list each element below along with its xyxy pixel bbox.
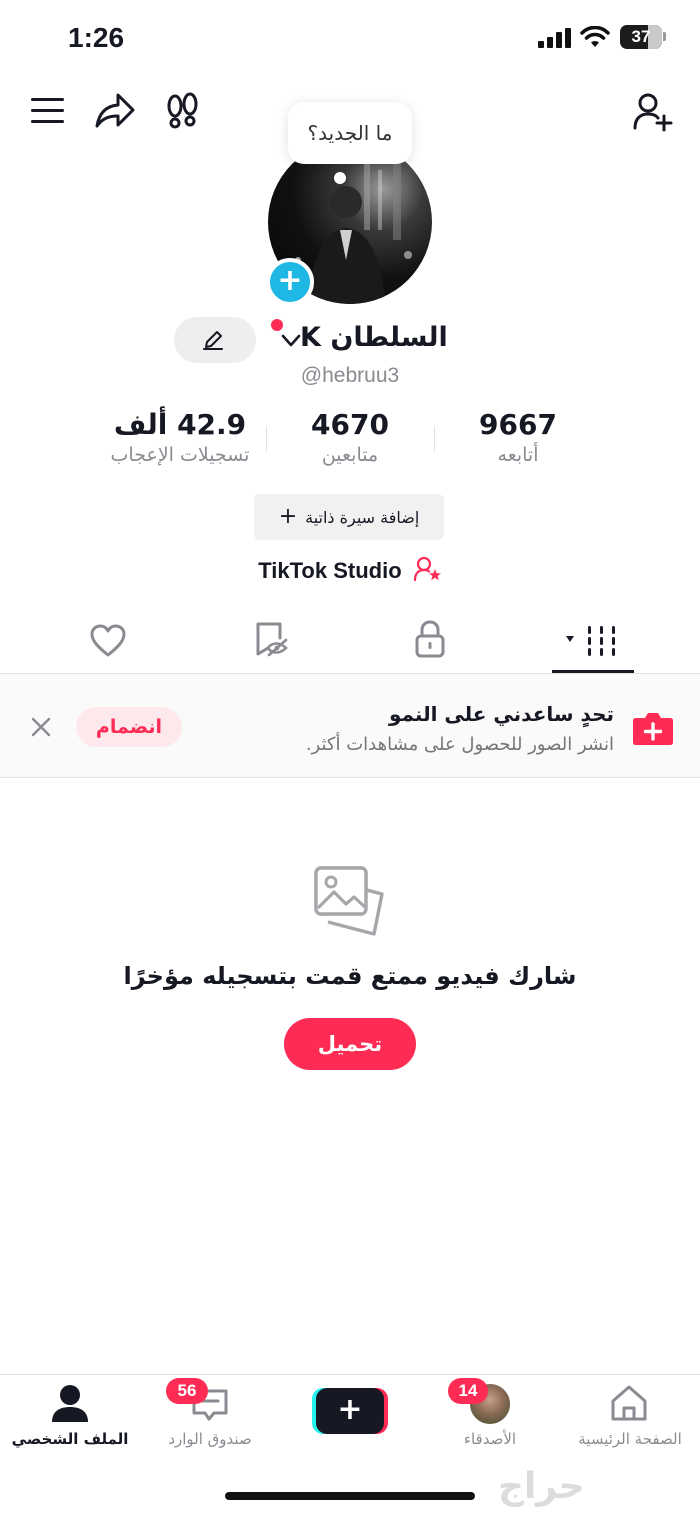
camera-plus-icon xyxy=(633,713,673,745)
following-label: أتابعه xyxy=(497,444,539,466)
pencil-icon xyxy=(203,331,223,350)
watermark-logo: حراج xyxy=(498,1466,585,1507)
bottom-nav-divider xyxy=(0,1374,700,1375)
nav-home-label[interactable]: الصفحة الرئيسية xyxy=(560,1430,700,1448)
chevron-down-icon[interactable] xyxy=(281,334,301,348)
following-count[interactable]: 9667 xyxy=(458,408,578,441)
studio-label: TikTok Studio xyxy=(258,558,402,583)
challenge-title: تحدٍ ساعدني على النمو xyxy=(388,702,614,726)
lock-icon[interactable] xyxy=(414,620,446,658)
eye-slash-icon[interactable] xyxy=(254,622,290,658)
grid-icon[interactable] xyxy=(564,624,620,658)
home-indicator[interactable] xyxy=(225,1492,475,1500)
profile-icon[interactable] xyxy=(50,1384,90,1424)
battery-cap xyxy=(663,32,666,41)
nav-friends-label[interactable]: الأصدقاء xyxy=(420,1430,560,1448)
status-time: 1:26 xyxy=(68,22,125,53)
photos-icon xyxy=(314,866,384,936)
notification-dot xyxy=(271,319,283,331)
empty-state-title: شارك فيديو ممتع قمت بتسجيله مؤخرًا xyxy=(123,962,577,990)
friends-badge: 14 xyxy=(448,1378,488,1404)
challenge-subtitle: انشر الصور للحصول على مشاهدات أكثر. xyxy=(305,734,614,755)
user-handle: @hebruu3 xyxy=(300,364,400,387)
inbox-badge: 56 xyxy=(166,1378,208,1404)
followers-count[interactable]: 4670 xyxy=(290,408,410,441)
share-icon[interactable] xyxy=(94,92,136,130)
wifi-icon xyxy=(580,26,610,47)
likes-label: تسجيلات الإعجاب xyxy=(110,444,250,466)
cellular-signal-icon xyxy=(538,28,571,48)
heart-icon[interactable] xyxy=(90,624,126,658)
stat-divider xyxy=(434,426,435,452)
add-bio-label: إضافة سيرة ذاتية xyxy=(305,507,420,527)
add-story-button[interactable]: + xyxy=(266,258,314,306)
plus-icon: + xyxy=(278,504,298,529)
footprints-icon[interactable] xyxy=(164,92,202,132)
likes-count[interactable]: 42.9 ألف xyxy=(90,408,270,441)
status-bubble[interactable]: ما الجديد؟ xyxy=(288,102,412,164)
user-star-icon xyxy=(413,556,441,582)
menu-icon[interactable] xyxy=(30,96,66,126)
nav-inbox-label[interactable]: صندوق الوارد xyxy=(140,1430,280,1448)
display-name[interactable]: السلطان K xyxy=(300,322,448,353)
close-icon[interactable] xyxy=(28,714,54,740)
bubble-tail xyxy=(334,172,346,184)
battery-indicator: 37 xyxy=(620,25,662,49)
join-challenge-button[interactable]: انضمام xyxy=(76,707,182,747)
create-button[interactable]: + xyxy=(316,1388,384,1434)
add-friend-icon[interactable] xyxy=(632,92,674,132)
followers-label: متابعين xyxy=(321,444,379,466)
home-icon[interactable] xyxy=(609,1384,649,1422)
upload-button[interactable]: تحميل xyxy=(284,1018,416,1070)
add-bio-button[interactable]: إضافة سيرة ذاتية + xyxy=(254,494,444,540)
tiktok-studio-link[interactable]: TikTok Studio xyxy=(0,556,700,584)
edit-profile-button[interactable] xyxy=(174,317,256,363)
active-tab-indicator xyxy=(552,670,634,673)
nav-profile-label[interactable]: الملف الشخصي xyxy=(0,1430,140,1448)
